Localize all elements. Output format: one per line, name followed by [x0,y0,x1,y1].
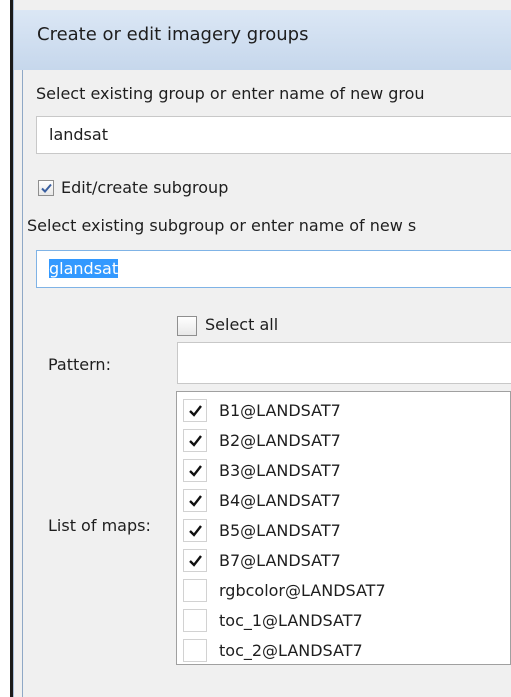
pattern-input[interactable] [177,342,511,384]
check-mark-icon [41,183,52,193]
subgroup-checkbox[interactable] [38,180,54,196]
list-item[interactable]: B1@LANDSAT7 [177,396,511,426]
list-item-checkbox[interactable] [183,609,207,632]
check-mark-icon [189,495,202,507]
list-item[interactable]: B4@LANDSAT7 [177,486,511,516]
list-item[interactable]: B5@LANDSAT7 [177,516,511,546]
list-item-label: B3@LANDSAT7 [219,461,341,480]
list-item-checkbox[interactable] [183,429,207,452]
check-mark-icon [189,435,202,447]
list-item[interactable]: toc_1@LANDSAT7 [177,606,511,636]
list-item-checkbox[interactable] [183,639,207,662]
check-mark-icon [189,555,202,567]
list-item-checkbox[interactable] [183,549,207,572]
list-item-label: B7@LANDSAT7 [219,551,341,570]
list-item-checkbox[interactable] [183,579,207,602]
subgroup-label: Select existing subgroup or enter name o… [27,216,417,235]
group-input[interactable]: landsat [36,116,511,154]
select-all-checkbox[interactable] [177,316,197,336]
select-all-label: Select all [205,315,279,334]
check-mark-icon [189,405,202,417]
check-mark-icon [189,525,202,537]
subgroup-input[interactable]: glandsat [36,250,511,288]
group-input-value: landsat [49,125,108,144]
list-item-checkbox[interactable] [183,519,207,542]
list-item[interactable]: B2@LANDSAT7 [177,426,511,456]
list-item-checkbox[interactable] [183,489,207,512]
dialog-title: Create or edit imagery groups [37,24,309,45]
list-item[interactable]: B3@LANDSAT7 [177,456,511,486]
screenshot-frame: Create or edit imagery groups Select exi… [0,0,511,697]
list-item-label: toc_1@LANDSAT7 [219,611,363,630]
subgroup-checkbox-label: Edit/create subgroup [61,178,229,197]
check-mark-icon [189,465,202,477]
list-item-label: B5@LANDSAT7 [219,521,341,540]
list-item-label: B4@LANDSAT7 [219,491,341,510]
list-item-checkbox[interactable] [183,399,207,422]
list-item[interactable]: B7@LANDSAT7 [177,546,511,576]
list-item-checkbox[interactable] [183,459,207,482]
subgroup-input-value: glandsat [49,259,119,278]
group-label: Select existing group or enter name of n… [36,84,425,103]
list-item-label: rgbcolor@LANDSAT7 [219,581,386,600]
maps-list-label: List of maps: [48,516,151,535]
list-item[interactable]: toc_2@LANDSAT7 [177,636,511,666]
list-item[interactable]: rgbcolor@LANDSAT7 [177,576,511,606]
list-item-label: toc_2@LANDSAT7 [219,641,363,660]
maps-list[interactable]: B1@LANDSAT7 B2@LANDSAT7 B3@LANDSAT7 B4@L… [176,391,511,665]
list-item-label: B1@LANDSAT7 [219,401,341,420]
list-item-label: B2@LANDSAT7 [219,431,341,450]
pattern-label: Pattern: [48,355,111,374]
